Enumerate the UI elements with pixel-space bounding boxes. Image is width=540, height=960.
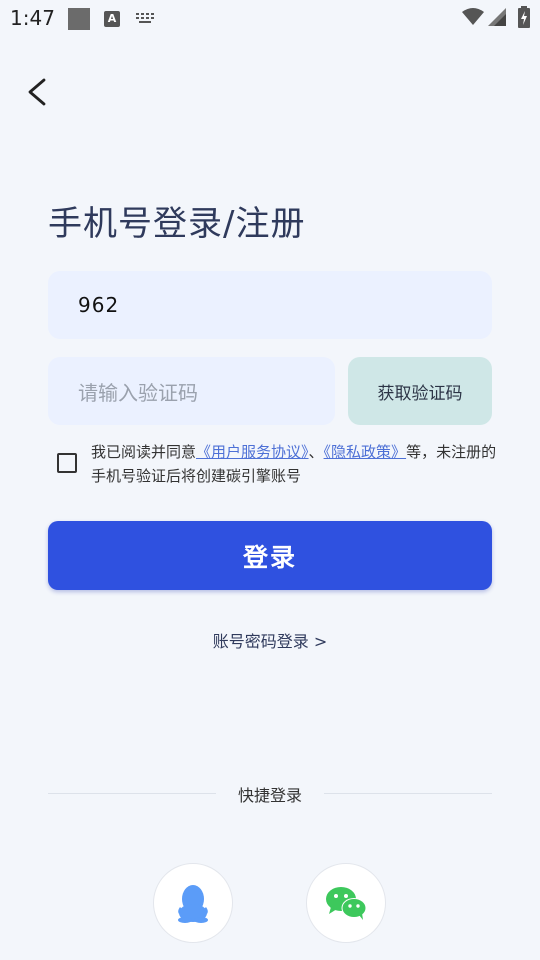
privacy-policy-link[interactable]: 《隐私政策》: [324, 443, 407, 461]
get-code-button[interactable]: 获取验证码: [348, 357, 492, 425]
page-title: 手机号登录/注册: [48, 204, 306, 244]
chevron-left-icon: [28, 78, 46, 106]
signal-icon: [488, 8, 506, 26]
notification-square-icon: [68, 8, 90, 30]
wechat-icon: [326, 887, 367, 920]
agreement-separator: 、: [308, 443, 324, 461]
agreement-checkbox[interactable]: [57, 453, 77, 473]
divider-left: [48, 793, 216, 794]
user-agreement-link[interactable]: 《用户服务协议》: [196, 443, 309, 461]
phone-number-value: 962: [78, 293, 120, 317]
notification-a-icon: A: [104, 11, 120, 27]
qq-login-button[interactable]: [153, 863, 233, 943]
verification-code-placeholder: 请输入验证码: [78, 380, 198, 405]
login-screen: 1:47 A 手机号登录/注册 962 请输入验证码 获取验证码 我已阅读并同意…: [0, 0, 540, 960]
login-button[interactable]: 登录: [48, 521, 492, 590]
status-bar: 1:47 A: [0, 0, 540, 36]
agreement-prefix: 我已阅读并同意: [91, 443, 197, 461]
phone-number-input[interactable]: 962: [48, 271, 492, 339]
qq-icon: [178, 885, 208, 923]
wifi-icon: [462, 8, 484, 25]
quick-login-label: 快捷登录: [237, 786, 302, 805]
agreement-text: 我已阅读并同意《用户服务协议》、《隐私政策》等，未注册的手机号验证后将创建碳引擎…: [91, 440, 501, 488]
status-time: 1:47: [10, 6, 55, 30]
wechat-login-button[interactable]: [306, 863, 386, 943]
verification-code-input[interactable]: 请输入验证码: [48, 357, 335, 425]
keyboard-icon: [136, 13, 154, 23]
account-password-login-link[interactable]: 账号密码登录 >: [0, 628, 540, 652]
back-button[interactable]: [20, 72, 56, 112]
divider-right: [324, 793, 492, 794]
battery-charging-icon: [518, 6, 530, 28]
